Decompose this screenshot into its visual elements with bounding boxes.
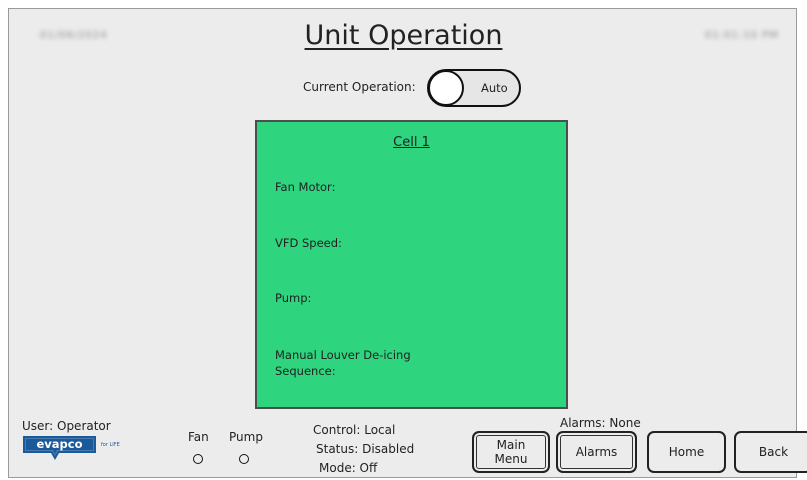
back-button[interactable]: Back (734, 431, 807, 473)
main-menu-button[interactable]: Main Menu (472, 431, 550, 473)
alarms-button[interactable]: Alarms (556, 431, 637, 473)
user-label: User: Operator (22, 419, 111, 433)
control-status: Control: Local (313, 423, 396, 437)
pump-status-indicator (239, 454, 249, 464)
fan-indicator-label: Fan (188, 430, 209, 444)
vfd-speed-label: VFD Speed: (275, 236, 342, 250)
cell-title: Cell 1 (393, 135, 430, 150)
home-button[interactable]: Home (647, 431, 726, 473)
logo-tagline: for LIFE (101, 442, 120, 448)
toggle-knob (428, 70, 464, 106)
mode-status: Mode: Off (319, 461, 378, 475)
louver-deicing-label: Manual Louver De-icing (275, 348, 411, 362)
pump-label: Pump: (275, 291, 312, 305)
logo-text: evapco (36, 437, 82, 451)
fan-motor-label: Fan Motor: (275, 180, 336, 194)
evapco-logo: evapco for LIFE (22, 434, 127, 462)
current-operation-label: Current Operation: (303, 80, 416, 94)
pump-indicator-label: Pump (229, 430, 263, 444)
cell-panel: Cell 1 Fan Motor: VFD Speed: Pump: Manua… (255, 120, 568, 409)
status-status: Status: Disabled (316, 442, 415, 456)
page-title: Unit Operation (304, 20, 503, 51)
operation-mode-toggle[interactable]: Auto (427, 69, 521, 107)
fan-status-indicator (193, 454, 203, 464)
louver-sequence-label: Sequence: (275, 364, 336, 378)
toggle-value: Auto (481, 81, 508, 95)
